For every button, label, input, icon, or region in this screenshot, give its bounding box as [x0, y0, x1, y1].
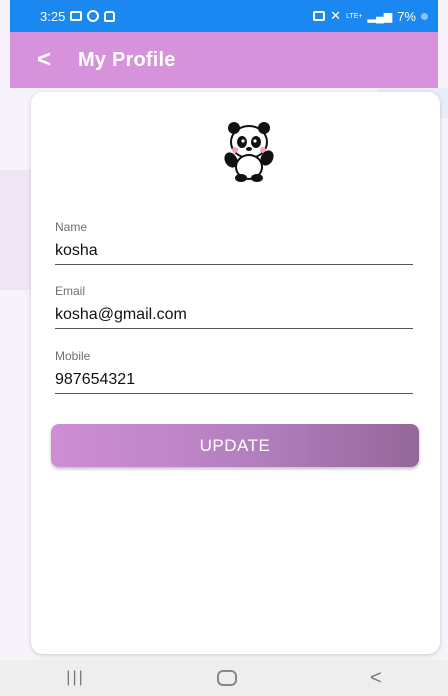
name-input[interactable]: [55, 240, 413, 265]
page-title: My Profile: [78, 48, 176, 71]
back-button[interactable]: <: [10, 32, 78, 88]
update-button[interactable]: UPDATE: [51, 424, 419, 467]
mute-icon: ✕: [330, 8, 342, 23]
status-left: 3:25: [40, 8, 116, 24]
name-field: Name: [55, 220, 413, 265]
name-label: Name: [55, 220, 88, 234]
whatsapp-notification-icon: [87, 10, 100, 22]
mobile-input[interactable]: [55, 369, 413, 394]
network-label: LTE+: [346, 12, 363, 20]
battery-text: 7%: [397, 8, 416, 24]
status-bar: 3:25 ✕ LTE+ ▂▄▆ 7%: [10, 0, 438, 32]
email-label: Email: [55, 284, 86, 298]
email-field: Email: [55, 284, 413, 329]
email-input[interactable]: [55, 304, 413, 329]
system-nav-bar: ||| <: [0, 660, 448, 696]
lock-notification-icon: [104, 10, 116, 22]
status-time: 3:25: [40, 8, 66, 24]
home-button[interactable]: [217, 670, 238, 686]
profile-card: Name Email Mobile UPDATE: [31, 92, 440, 654]
gallery-notification-icon: [70, 11, 83, 21]
signal-icon: ▂▄▆: [367, 10, 393, 23]
mobile-field: Mobile: [55, 349, 413, 394]
battery-icon: [421, 12, 428, 20]
camera-status-icon: [313, 11, 326, 21]
status-right: ✕ LTE+ ▂▄▆ 7%: [313, 8, 428, 24]
panda-icon: [224, 122, 274, 182]
system-back-button[interactable]: <: [370, 667, 382, 690]
recent-apps-button[interactable]: |||: [66, 669, 84, 687]
mobile-label: Mobile: [55, 349, 91, 363]
app-bar: < My Profile: [10, 32, 438, 88]
